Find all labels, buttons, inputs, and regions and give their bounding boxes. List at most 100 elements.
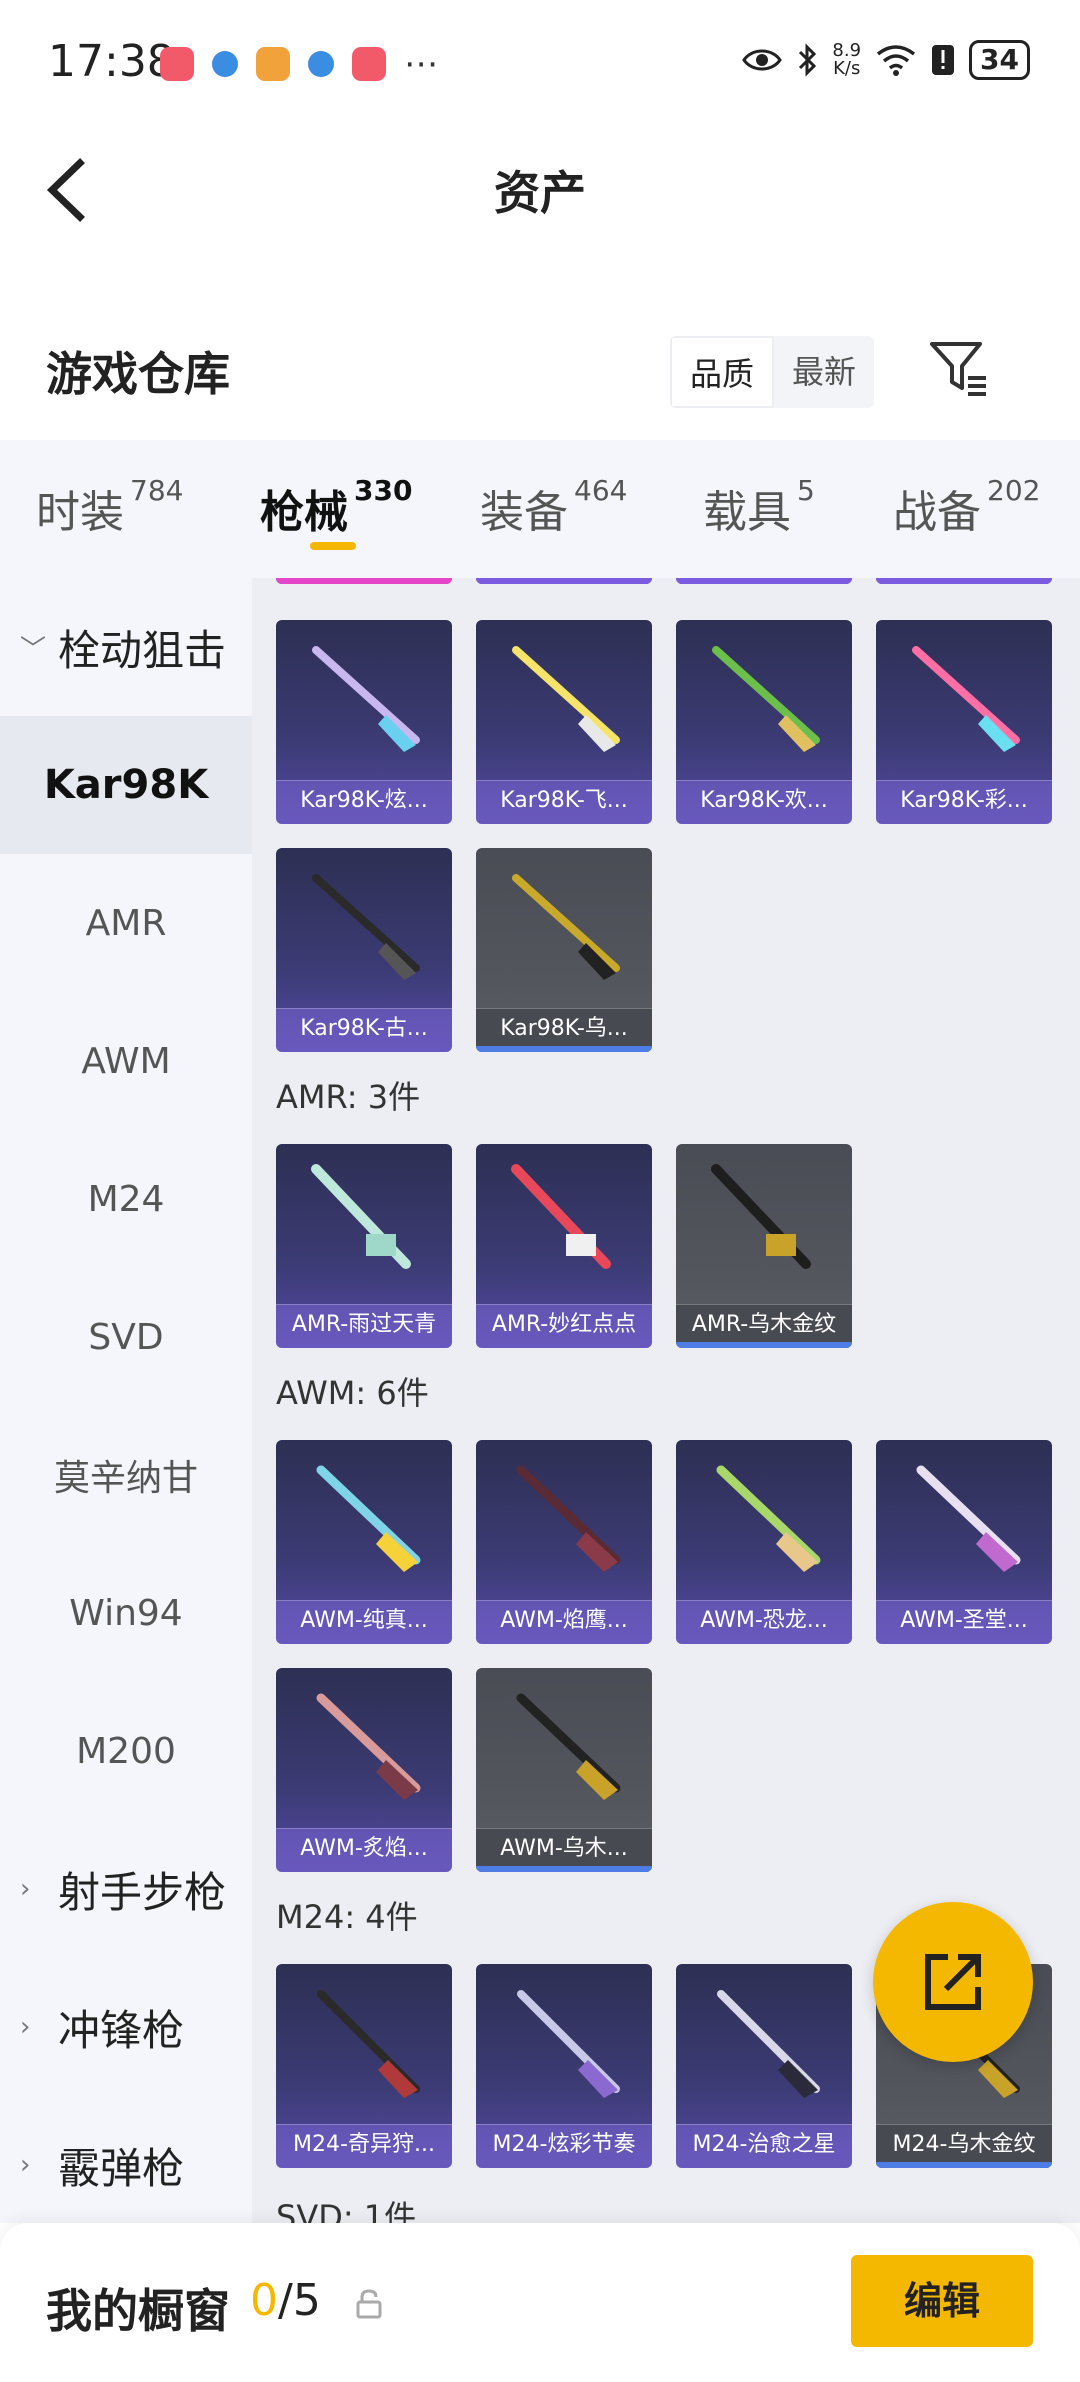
sidebar-item-win94[interactable]: Win94 (0, 1544, 252, 1682)
tab-weapons[interactable]: 枪械 330 (260, 474, 412, 540)
tab-vehicles[interactable]: 载具 5 (703, 474, 815, 540)
skin-name: AWM-恐龙... (676, 1600, 852, 1644)
skin-card[interactable]: Kar98K-欢... (676, 620, 852, 824)
tab-fashion[interactable]: 时装 784 (36, 474, 184, 540)
skin-card[interactable]: AMR-乌木金纹 (676, 1144, 852, 1348)
skin-card[interactable]: M24-奇异狩... (276, 1964, 452, 2168)
filter-button[interactable] (926, 336, 990, 400)
skin-card-partial[interactable] (276, 578, 452, 584)
skin-card[interactable]: AWM-纯真... (276, 1440, 452, 1644)
tab-count: 5 (797, 474, 815, 507)
rarity-bar (876, 2162, 1052, 2168)
tab-supplies[interactable]: 战备 202 (893, 474, 1041, 540)
sidebar-group-bolt-action[interactable]: ﹀ 栓动狙击 (0, 578, 252, 716)
sidebar-group-smg[interactable]: › 冲锋枪 (0, 1958, 252, 2096)
rifle-image (511, 1164, 611, 1269)
rifle-image (311, 1164, 411, 1269)
system-indicators: 8.9 K/s 34 (742, 40, 1030, 80)
skin-card[interactable]: AMR-雨过天青 (276, 1144, 452, 1348)
rarity-bar (676, 578, 852, 584)
sidebar-group-marksman[interactable]: › 射手步枪 (0, 1820, 252, 1958)
sidebar-item-mosin[interactable]: 莫辛纳甘 (0, 1406, 252, 1544)
sort-quality-button[interactable]: 品质 (670, 336, 775, 408)
sidebar-item-amr[interactable]: AMR (0, 854, 252, 992)
rarity-bar (876, 578, 1052, 584)
skin-card[interactable]: AWM-圣堂... (876, 1440, 1052, 1644)
skin-card-partial[interactable] (476, 578, 652, 584)
skin-card[interactable]: Kar98K-炫... (276, 620, 452, 824)
group-header-amr: AMR: 3件 (276, 1078, 421, 1116)
skin-name: AMR-雨过天青 (276, 1304, 452, 1348)
bluetooth-icon (799, 43, 817, 77)
filter-icon (930, 342, 986, 396)
sidebar-item-kar98k[interactable]: Kar98K (0, 716, 252, 854)
sidebar-item-m24[interactable]: M24 (0, 1130, 252, 1268)
rifle-image (512, 874, 620, 980)
skin-name: AWM-纯真... (276, 1600, 452, 1644)
category-tabs: 时装 784 枪械 330 装备 464 载具 5 战备 202 (0, 440, 1080, 578)
wifi-icon (876, 45, 916, 76)
tab-label: 装备 (480, 487, 568, 538)
skin-card[interactable]: Kar98K-彩... (876, 620, 1052, 824)
rarity-bar (476, 578, 652, 584)
rifle-image (912, 646, 1020, 752)
tab-count: 202 (987, 474, 1041, 507)
rifle-image (717, 1990, 820, 2098)
rifle-image (316, 1693, 421, 1800)
skin-card[interactable]: AWM-炙焰... (276, 1668, 452, 1872)
active-tab-indicator (310, 542, 356, 550)
skin-card-partial[interactable] (876, 578, 1052, 584)
skin-card[interactable]: M24-治愈之星 (676, 1964, 852, 2168)
sidebar-group-label: 射手步枪 (58, 1867, 227, 1917)
skin-name: Kar98K-古... (276, 1008, 452, 1052)
battery-indicator: 34 (969, 40, 1030, 80)
skin-name: AMR-妙红点点 (476, 1304, 652, 1348)
sidebar-item-svd[interactable]: SVD (0, 1268, 252, 1406)
skin-card[interactable]: M24-炫彩节奏 (476, 1964, 652, 2168)
tab-count: 784 (130, 474, 184, 507)
share-button[interactable] (873, 1902, 1033, 2062)
sidebar-group-label: 冲锋枪 (58, 2005, 185, 2055)
tab-equipment[interactable]: 装备 464 (480, 474, 627, 540)
sidebar-item-awm[interactable]: AWM (0, 992, 252, 1130)
lock-icon (356, 2289, 382, 2319)
sidebar-item-m200[interactable]: M200 (0, 1682, 252, 1820)
rifle-image (712, 646, 820, 752)
app-notification-icon (160, 47, 194, 81)
rifle-image (517, 1990, 620, 2098)
skin-name: Kar98K-彩... (876, 780, 1052, 824)
tab-label: 枪械 (260, 487, 348, 538)
rarity-bar (276, 578, 452, 584)
sort-newest-button[interactable]: 最新 (774, 336, 874, 408)
edit-button[interactable]: 编辑 (851, 2255, 1033, 2347)
sidebar-group-label: 霰弹枪 (58, 2143, 185, 2193)
rarity-bar (476, 1866, 652, 1872)
sidebar-group-shotgun[interactable]: › 霰弹枪 (0, 2096, 252, 2223)
page-title: 资产 (494, 166, 586, 220)
rarity-bar (676, 1342, 852, 1348)
chevron-right-icon: › (20, 2150, 31, 2180)
section-title: 游戏仓库 (46, 347, 230, 401)
tab-label: 载具 (703, 487, 791, 538)
rifle-image (711, 1164, 811, 1269)
sidebar-group-label: 栓动狙击 (58, 625, 227, 675)
sort-toggle: 品质 最新 (670, 336, 875, 408)
skin-card[interactable]: Kar98K-古... (276, 848, 452, 1052)
tab-label: 时装 (36, 487, 124, 538)
skin-card[interactable]: AWM-乌木... (476, 1668, 652, 1872)
skin-card[interactable]: AMR-妙红点点 (476, 1144, 652, 1348)
rifle-image (316, 1465, 421, 1572)
rifle-image (312, 646, 420, 752)
skin-name: M24-奇异狩... (276, 2124, 452, 2168)
app-notification-icon (308, 51, 334, 77)
chevron-right-icon: › (20, 2012, 31, 2042)
app-notification-icon (352, 47, 386, 81)
skin-card[interactable]: AWM-焰鹰... (476, 1440, 652, 1644)
skin-card[interactable]: Kar98K-乌... (476, 848, 652, 1052)
skin-name: M24-炫彩节奏 (476, 2124, 652, 2168)
rarity-bar (476, 1046, 652, 1052)
skin-card[interactable]: Kar98K-飞... (476, 620, 652, 824)
skin-card[interactable]: AWM-恐龙... (676, 1440, 852, 1644)
skin-card-partial[interactable] (676, 578, 852, 584)
tab-label: 战备 (893, 487, 981, 538)
